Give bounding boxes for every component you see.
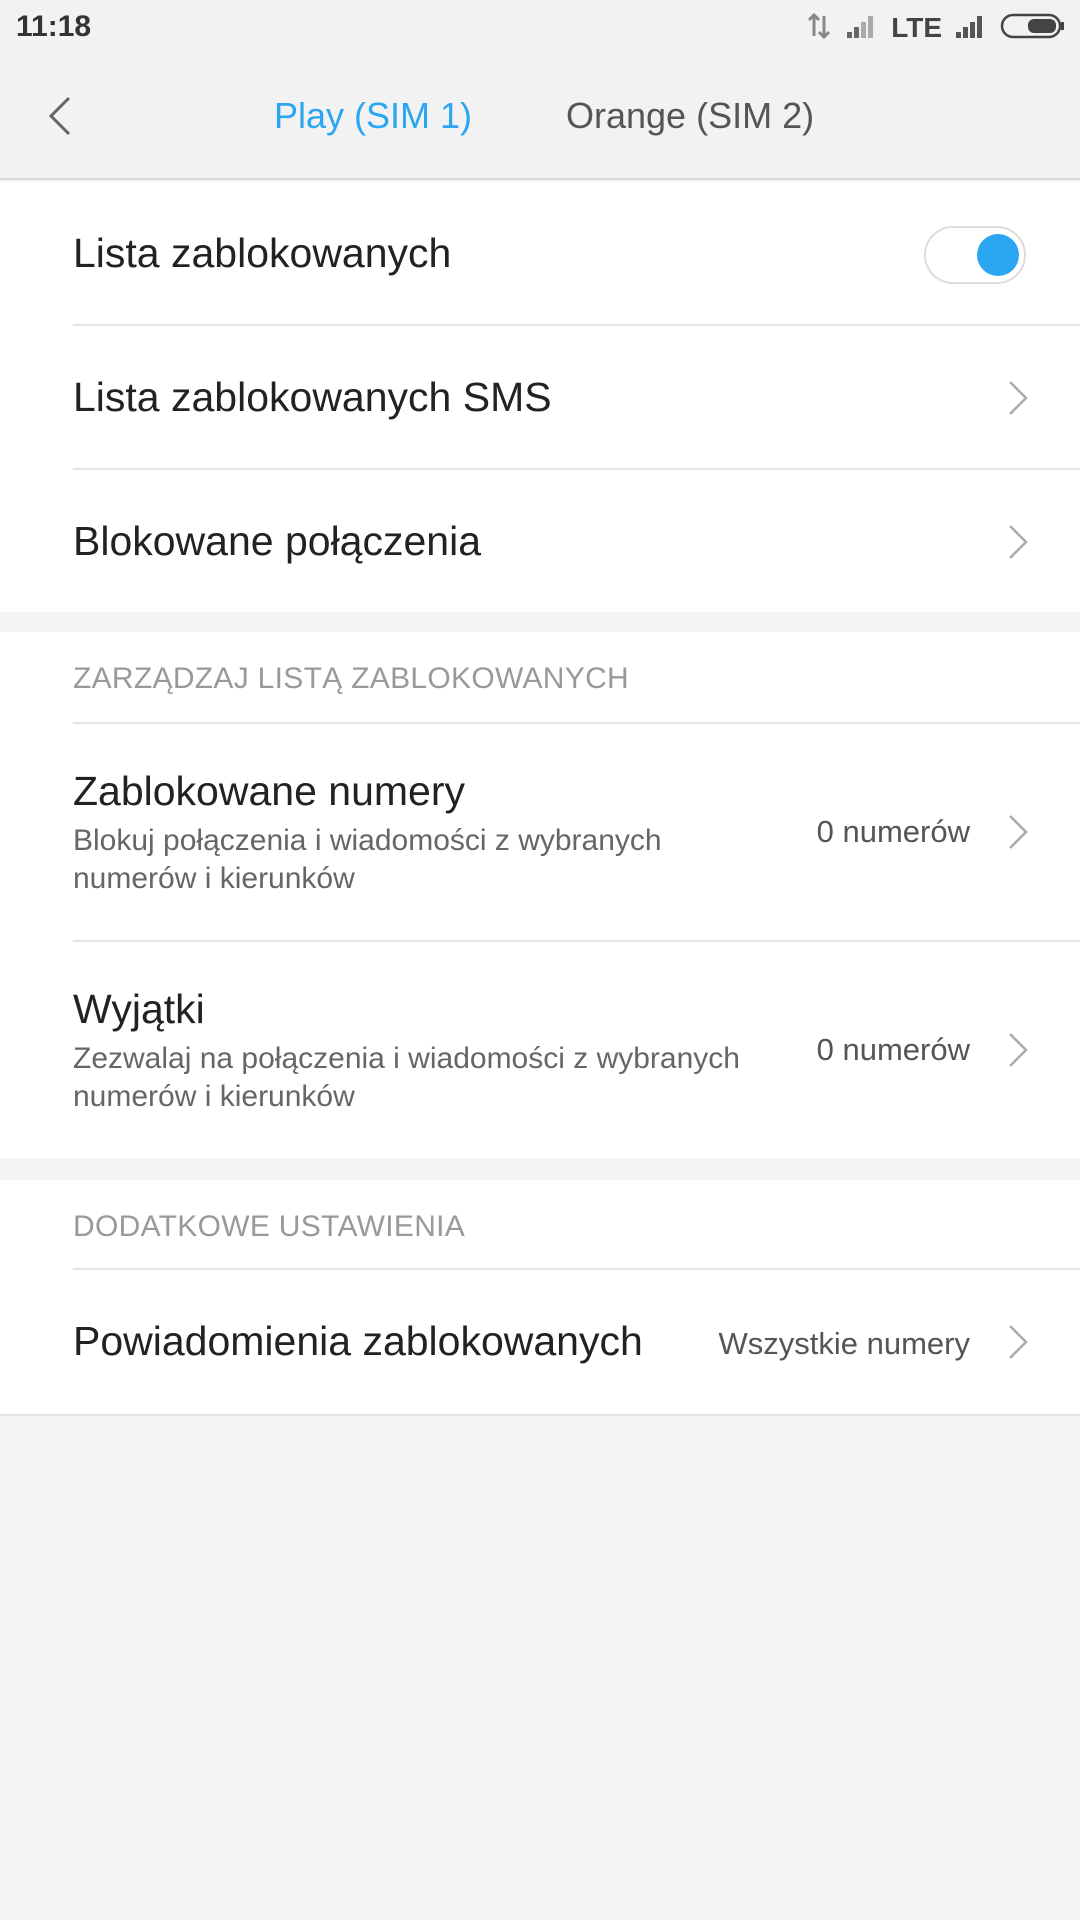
blocklist-toggle[interactable] <box>924 226 1026 284</box>
row-title: Powiadomienia zablokowanych <box>73 1318 643 1364</box>
status-bar: 11:18 LTE <box>0 0 1080 56</box>
chevron-right-icon <box>1009 525 1028 559</box>
chevron-left-icon <box>48 96 71 136</box>
back-button[interactable] <box>30 86 90 146</box>
sms-blocklist-row[interactable]: Lista zablokowanych SMS <box>0 326 1080 470</box>
signal-icon <box>845 12 879 45</box>
row-value: Wszystkie numery <box>718 1326 970 1361</box>
section-header: DODATKOWE USTAWIENIA <box>73 1210 466 1243</box>
header: Play (SIM 1) Orange (SIM 2) <box>0 56 1080 180</box>
status-icons: LTE <box>805 12 1066 44</box>
row-subtitle: Zezwalaj na połączenia i wiadomości z wy… <box>73 1042 740 1113</box>
blocklist-toggle-row[interactable]: Lista zablokowanych <box>0 182 1080 326</box>
row-title: Blokowane połączenia <box>73 518 481 564</box>
blocked-notifications-row[interactable]: Powiadomienia zablokowanych Wszystkie nu… <box>0 1270 1080 1414</box>
network-type: LTE <box>891 12 942 43</box>
row-title: Wyjątki <box>73 986 205 1032</box>
extra-settings-section: DODATKOWE USTAWIENIA Powiadomienia zablo… <box>0 1180 1080 1414</box>
exceptions-row[interactable]: Wyjątki Zezwalaj na połączenia i wiadomo… <box>0 942 1080 1158</box>
chevron-right-icon <box>1009 1325 1028 1359</box>
tab-sim2[interactable]: Orange (SIM 2) <box>566 92 814 140</box>
tab-sim1[interactable]: Play (SIM 1) <box>274 92 472 140</box>
row-title: Lista zablokowanych <box>73 230 452 276</box>
blocked-calls-row[interactable]: Blokowane połączenia <box>0 470 1080 612</box>
status-time: 11:18 <box>16 10 92 43</box>
manage-section: ZARZĄDZAJ LISTĄ ZABLOKOWANYCH Zablokowan… <box>0 632 1080 1158</box>
row-value: 0 numerów <box>816 814 970 849</box>
section-header: ZARZĄDZAJ LISTĄ ZABLOKOWANYCH <box>73 662 629 695</box>
data-transfer-icon <box>805 12 833 45</box>
blocked-numbers-row[interactable]: Zablokowane numery Blokuj połączenia i w… <box>0 724 1080 940</box>
blocklist-section: Lista zablokowanych Lista zablokowanych … <box>0 182 1080 612</box>
row-title: Lista zablokowanych SMS <box>73 374 552 420</box>
toggle-knob <box>977 234 1019 276</box>
chevron-right-icon <box>1009 815 1028 849</box>
row-title: Zablokowane numery <box>73 768 465 814</box>
row-subtitle: Blokuj połączenia i wiadomości z wybrany… <box>73 824 662 895</box>
signal-icon <box>954 12 988 45</box>
chevron-right-icon <box>1009 1033 1028 1067</box>
bottom-border <box>0 1414 1080 1416</box>
battery-icon <box>1000 12 1066 45</box>
chevron-right-icon <box>1009 381 1028 415</box>
row-value: 0 numerów <box>816 1032 970 1067</box>
